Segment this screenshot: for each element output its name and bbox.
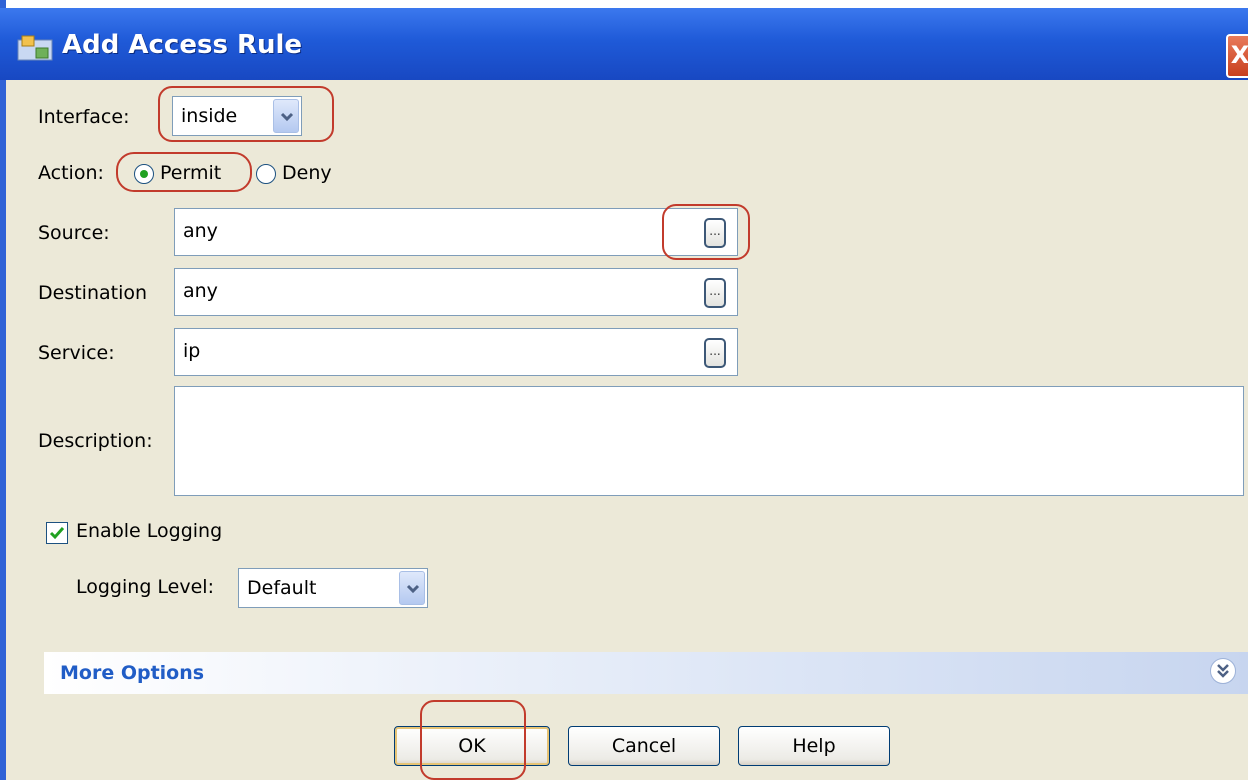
logging-level-label: Logging Level: — [76, 576, 214, 598]
logging-level-value: Default — [247, 577, 317, 599]
enable-logging-label[interactable]: Enable Logging — [76, 520, 222, 542]
title-bar: Add Access Rule X — [0, 8, 1248, 80]
help-button[interactable]: Help — [738, 726, 890, 766]
logging-level-select[interactable]: Default — [238, 568, 428, 608]
service-field[interactable]: ip — [174, 328, 738, 376]
service-browse-button[interactable]: ... — [704, 338, 726, 368]
cancel-button[interactable]: Cancel — [568, 726, 720, 766]
destination-field[interactable]: any — [174, 268, 738, 316]
deny-label[interactable]: Deny — [282, 162, 332, 184]
expand-icon[interactable] — [1210, 658, 1236, 684]
interface-label: Interface: — [38, 106, 130, 128]
enable-logging-checkbox[interactable] — [46, 522, 68, 544]
more-options-bar[interactable]: More Options — [44, 652, 1248, 694]
app-icon — [17, 35, 53, 61]
destination-browse-button[interactable]: ... — [704, 278, 726, 308]
radio-icon[interactable] — [256, 164, 276, 184]
interface-highlight — [158, 86, 334, 142]
description-label: Description: — [38, 430, 153, 452]
source-field[interactable]: any — [174, 208, 738, 256]
action-label: Action: — [38, 162, 104, 184]
source-label: Source: — [38, 222, 110, 244]
window-title: Add Access Rule — [62, 30, 303, 60]
close-icon[interactable]: X — [1226, 34, 1248, 78]
dialog-body: Interface: inside Action: Permit Deny So… — [6, 80, 1248, 780]
checkmark-icon — [49, 527, 65, 540]
chevron-down-icon[interactable] — [399, 571, 425, 605]
action-highlight — [116, 152, 252, 192]
more-options-label[interactable]: More Options — [60, 662, 204, 684]
destination-label: Destination — [38, 282, 148, 304]
source-browse-highlight — [662, 204, 750, 260]
service-label: Service: — [38, 342, 115, 364]
ok-highlight — [420, 700, 526, 780]
description-field[interactable] — [174, 386, 1244, 496]
